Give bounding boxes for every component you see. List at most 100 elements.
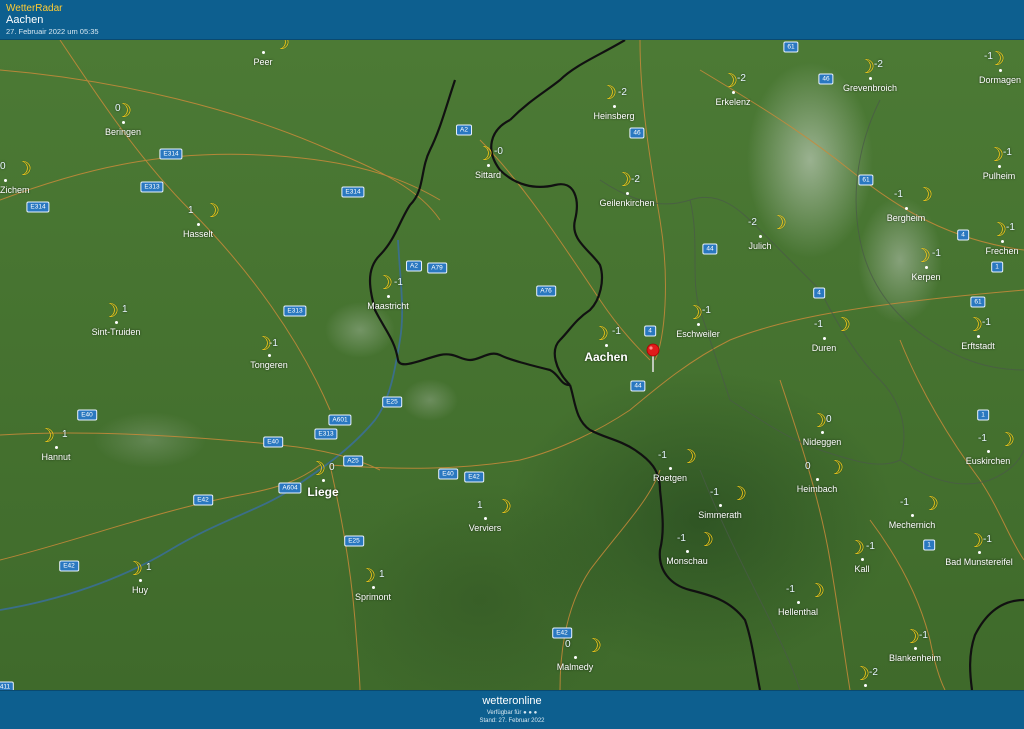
weather-map[interactable]: ☽Peer☽0Beringen☽0uvel-Zichem☽1Hasselt☽1S… <box>0 40 1024 690</box>
place-temperature: 0 <box>329 462 335 473</box>
road-shield: 1 <box>977 409 989 421</box>
road-shield: E313 <box>283 305 307 317</box>
crescent-moon-icon: ☽ <box>203 201 221 222</box>
platform-dots-icon: ● ● ● <box>523 710 538 716</box>
road-shield: E40 <box>77 409 97 421</box>
road-shield: A79 <box>427 262 447 274</box>
radar-timestamp: 27. Februair 2022 um 05:35 <box>6 27 99 36</box>
place-temperature: -2 <box>869 667 878 678</box>
place-name: Mechernich <box>888 520 936 530</box>
place-name: Roetgen <box>652 473 688 483</box>
place-dot <box>322 479 325 482</box>
place-name: Malmedy <box>556 662 594 672</box>
road-shield: 4 <box>644 325 656 337</box>
app-footer: wetteronline Verfügbar für ● ● ● Stand: … <box>0 690 1024 729</box>
crescent-moon-icon: ☽ <box>990 220 1008 241</box>
crescent-moon-icon: ☽ <box>686 303 704 324</box>
location-title: Aachen <box>6 14 44 26</box>
place-name: Julich <box>748 241 772 251</box>
place-name: Duren <box>811 343 837 353</box>
map-base-layer <box>0 40 1024 690</box>
place-dot <box>55 446 58 449</box>
place-dot <box>821 431 824 434</box>
place-dot <box>139 579 142 582</box>
crescent-moon-icon: ☽ <box>359 566 377 587</box>
place-name: Bad Munstereifel <box>945 557 1013 567</box>
place-dot <box>719 504 722 507</box>
place-dot <box>197 223 200 226</box>
place-dot <box>268 354 271 357</box>
location-pin-icon[interactable] <box>646 343 660 373</box>
place-name: Sprimont <box>354 592 392 602</box>
road-shield: E42 <box>552 627 572 639</box>
place-dot <box>574 656 577 659</box>
place-temperature: 1 <box>477 500 483 511</box>
crescent-moon-icon: ☽ <box>827 458 845 479</box>
place-temperature: -2 <box>874 59 883 70</box>
place-temperature: 0 <box>826 414 832 425</box>
place-temperature: -1 <box>814 319 823 330</box>
road-shield: E314 <box>159 148 183 160</box>
place-name: Grevenbroich <box>842 83 898 93</box>
road-shield: A2 <box>406 260 422 272</box>
place-temperature: -1 <box>983 534 992 545</box>
road-shield: E42 <box>464 471 484 483</box>
road-shield: A604 <box>278 482 302 494</box>
place-dot <box>605 344 608 347</box>
crescent-moon-icon: ☽ <box>967 531 985 552</box>
place-temperature: 1 <box>62 429 68 440</box>
road-shield: 411 <box>0 681 15 690</box>
place-dot <box>823 337 826 340</box>
crescent-moon-icon: ☽ <box>476 144 494 165</box>
place-dot <box>732 91 735 94</box>
crescent-moon-icon: ☽ <box>770 213 788 234</box>
place-name: Beringen <box>104 127 142 137</box>
crescent-moon-icon: ☽ <box>309 459 327 480</box>
place-temperature: -1 <box>894 189 903 200</box>
place-dot <box>861 558 864 561</box>
crescent-moon-icon: ☽ <box>834 315 852 336</box>
place-dot <box>998 165 1001 168</box>
place-name: Verviers <box>468 523 502 533</box>
place-name: Sint-Truiden <box>91 327 141 337</box>
place-name: Eschweiler <box>676 329 720 339</box>
road-shield: E25 <box>344 535 364 547</box>
place-name: Dormagen <box>978 75 1022 85</box>
place-temperature: -1 <box>1003 147 1012 158</box>
place-dot <box>686 550 689 553</box>
crescent-moon-icon: ☽ <box>592 324 610 345</box>
place-dot <box>978 551 981 554</box>
place-temperature: -1 <box>978 433 987 444</box>
place-temperature: -1 <box>710 487 719 498</box>
place-temperature: -1 <box>677 533 686 544</box>
crescent-moon-icon: ☽ <box>853 664 871 685</box>
place-name: Bergheim <box>886 213 926 223</box>
place-temperature: -1 <box>394 277 403 288</box>
crescent-moon-icon: ☽ <box>495 497 513 518</box>
availability-label: Verfügbar für <box>486 710 522 716</box>
place-temperature: -1 <box>932 248 941 259</box>
place-name: Aachen <box>584 350 628 364</box>
road-shield: E25 <box>382 396 402 408</box>
road-shield: E313 <box>314 428 338 440</box>
road-shield: E40 <box>263 436 283 448</box>
place-name: Pulheim <box>982 171 1016 181</box>
crescent-moon-icon: ☽ <box>810 411 828 432</box>
place-name: Hellenthal <box>777 607 819 617</box>
place-temperature: 0 <box>115 103 121 114</box>
place-name: Peer <box>253 57 273 67</box>
place-name: Maastricht <box>367 301 409 311</box>
place-temperature: -1 <box>984 51 993 62</box>
place-dot <box>387 295 390 298</box>
place-temperature: -1 <box>1006 222 1015 233</box>
road-shield: A2 <box>456 124 472 136</box>
crescent-moon-icon: ☽ <box>730 484 748 505</box>
place-dot <box>905 207 908 210</box>
place-name: Erftstadt <box>961 341 995 351</box>
logo-suffix: online <box>512 695 542 707</box>
place-name: Geilenkirchen <box>599 198 655 208</box>
place-temperature: -1 <box>900 497 909 508</box>
place-name: Monschau <box>666 556 708 566</box>
crescent-moon-icon: ☽ <box>987 145 1005 166</box>
road-shield: E313 <box>140 181 164 193</box>
